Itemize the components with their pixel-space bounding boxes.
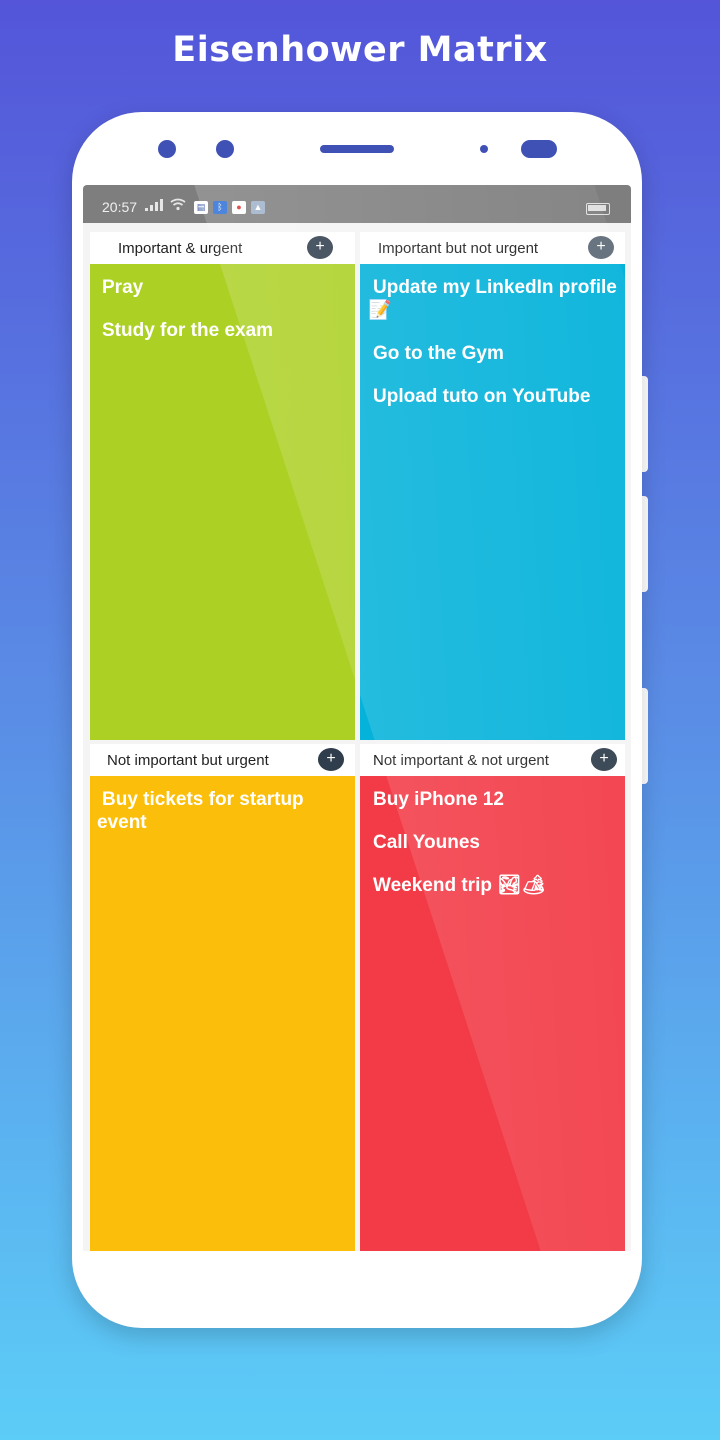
- task-item[interactable]: Buy iPhone 12: [373, 788, 625, 811]
- task-item[interactable]: Weekend trip 🏞🏕: [373, 874, 625, 897]
- quadrant-header: Not important but urgent +: [90, 744, 355, 776]
- quadrant-header: Important but not urgent +: [360, 232, 625, 264]
- quadrant-title: Important but not urgent: [378, 240, 539, 257]
- phone-screen: 20:57 ▤ ᛒ ● ▲ Important & urgent + Pray …: [83, 185, 631, 1251]
- task-item[interactable]: Study for the exam: [102, 319, 355, 342]
- quadrant-title: Not important but urgent: [107, 752, 269, 769]
- quadrant-header: Important & urgent +: [90, 232, 355, 264]
- task-item[interactable]: Update my LinkedIn profile 📝: [368, 276, 625, 322]
- notification-icon: ▤: [194, 201, 208, 214]
- status-bar: 20:57 ▤ ᛒ ● ▲: [83, 185, 631, 223]
- proximity-sensor-icon: [480, 145, 488, 153]
- task-list: Update my LinkedIn profile 📝 Go to the G…: [360, 264, 625, 740]
- add-task-button[interactable]: +: [318, 748, 344, 771]
- chrome-notification-icon: ●: [232, 201, 246, 214]
- task-item[interactable]: Pray: [102, 276, 355, 299]
- quadrant-title: Important & urgent: [118, 240, 243, 257]
- task-list: Buy tickets for startup event: [90, 776, 355, 1251]
- task-list: Buy iPhone 12 Call Younes Weekend trip 🏞…: [360, 776, 625, 1251]
- flash-icon: [521, 140, 557, 158]
- add-task-button[interactable]: +: [591, 748, 617, 771]
- add-task-button[interactable]: +: [307, 236, 333, 259]
- add-task-button[interactable]: +: [588, 236, 614, 259]
- app-notification-icon: ▲: [251, 201, 265, 214]
- bluetooth-notification-icon: ᛒ: [213, 201, 227, 214]
- quadrant-not-important-not-urgent: Not important & not urgent + Buy iPhone …: [360, 744, 625, 1251]
- quadrant-important-urgent: Important & urgent + Pray Study for the …: [90, 232, 355, 740]
- front-camera-icon: [158, 140, 176, 158]
- task-item[interactable]: Upload tuto on YouTube: [368, 385, 625, 408]
- task-item[interactable]: Buy tickets for startup event: [97, 788, 355, 834]
- quadrant-not-important-urgent: Not important but urgent + Buy tickets f…: [90, 744, 355, 1251]
- task-item[interactable]: Call Younes: [373, 831, 625, 854]
- wifi-icon: [170, 198, 186, 214]
- status-time: 20:57: [102, 199, 138, 215]
- task-item[interactable]: Go to the Gym: [368, 342, 625, 365]
- quadrant-important-not-urgent: Important but not urgent + Update my Lin…: [360, 232, 625, 740]
- battery-icon: [586, 203, 610, 215]
- quadrant-header: Not important & not urgent +: [360, 744, 625, 776]
- earpiece-speaker: [320, 145, 394, 153]
- front-sensor-icon: [216, 140, 234, 158]
- app-headline: Eisenhower Matrix: [172, 30, 548, 70]
- task-list: Pray Study for the exam: [90, 264, 355, 740]
- signal-icon: [145, 199, 163, 211]
- quadrant-title: Not important & not urgent: [373, 752, 549, 769]
